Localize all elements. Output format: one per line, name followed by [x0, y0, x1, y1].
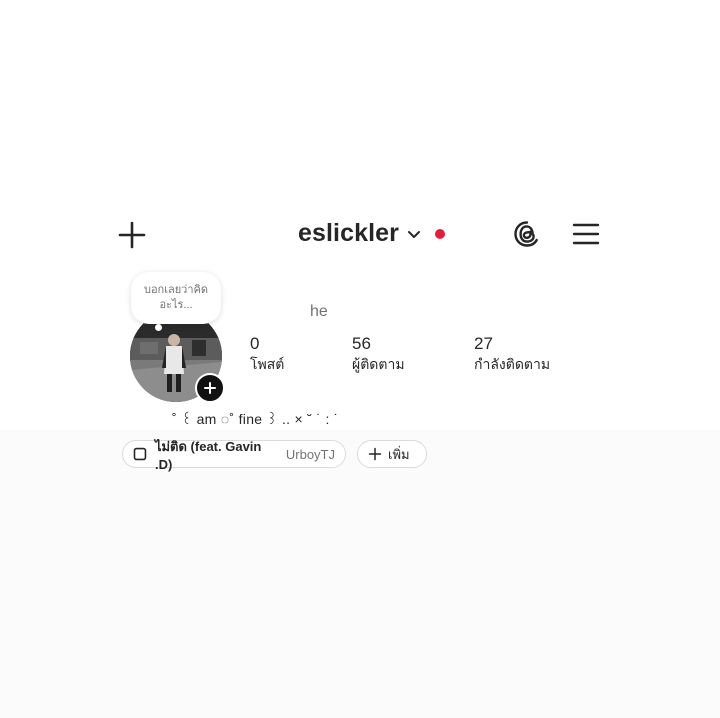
account-switcher[interactable]: eslickler [298, 214, 445, 252]
add-story-button[interactable] [195, 373, 225, 403]
plus-icon [118, 221, 146, 249]
background-panel [0, 430, 720, 718]
music-artist: UrboyTJ [285, 446, 335, 462]
threads-icon [514, 221, 538, 247]
hamburger-menu-icon [572, 223, 600, 245]
posts-label: โพสต์ [250, 356, 285, 372]
following-label: กำลังติดตาม [474, 356, 551, 372]
posts-count: 0 [250, 334, 260, 353]
add-chip-button[interactable]: เพิ่ม [357, 440, 427, 468]
followers-stat[interactable]: 56 ผู้ติดตาม [352, 334, 405, 374]
music-chip[interactable]: ไม่ติด (feat. Gavin .D) UrboyTJ [122, 439, 346, 472]
note-text-line2: อะไร... [159, 299, 193, 311]
music-icon [133, 447, 147, 461]
create-button[interactable] [116, 219, 148, 251]
profile-bio: ˚ ꒰ am ◌˚ fine ꒱ .. × ˘ ˙ : ˙ [172, 411, 339, 427]
profile-page: eslickler บอกเลยว่าคิด อะไร... he 0 โพสต… [0, 0, 720, 718]
threads-button[interactable] [510, 217, 544, 251]
following-count: 27 [474, 334, 493, 353]
chevron-down-icon [407, 230, 421, 240]
music-song-title: ไม่ติด (feat. Gavin .D) [154, 439, 262, 472]
notification-dot [435, 228, 445, 239]
note-text-line1: บอกเลยว่าคิด [143, 284, 209, 296]
plus-circle-icon [204, 382, 216, 394]
note-bubble-tail [155, 324, 162, 331]
posts-stat[interactable]: 0 โพสต์ [250, 334, 284, 374]
plus-icon [368, 447, 382, 461]
following-stat[interactable]: 27 กำลังติดตาม [474, 334, 550, 374]
add-chip-label: เพิ่ม [388, 446, 410, 462]
menu-button[interactable] [569, 218, 603, 250]
profile-name: he [310, 303, 328, 320]
username: eslickler [298, 218, 399, 247]
followers-count: 56 [352, 334, 371, 353]
followers-label: ผู้ติดตาม [352, 356, 405, 372]
note-bubble[interactable]: บอกเลยว่าคิด อะไร... [131, 272, 221, 324]
